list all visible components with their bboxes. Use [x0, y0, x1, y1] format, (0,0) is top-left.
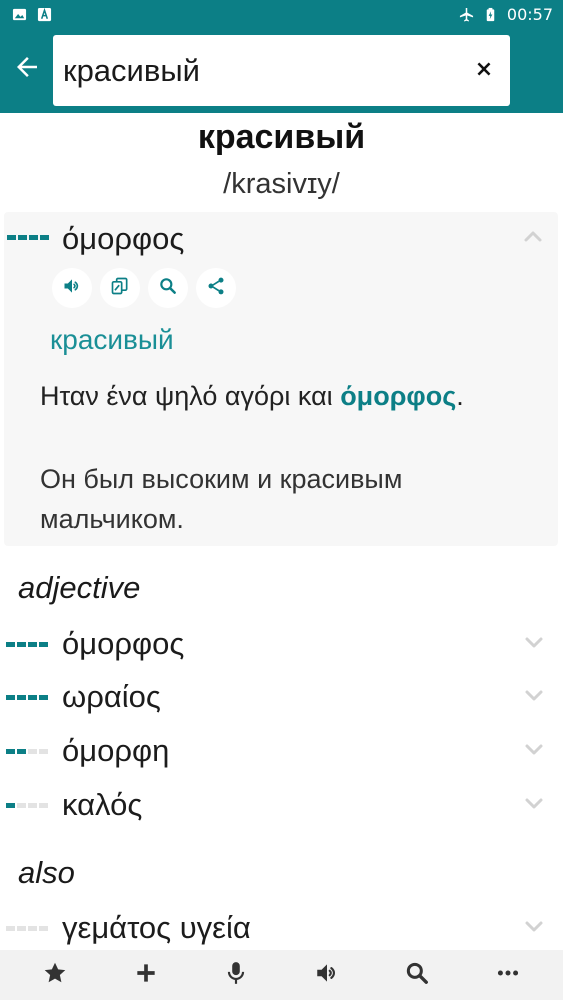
back-translation[interactable]: красивый — [50, 324, 174, 356]
expand-button[interactable] — [521, 792, 547, 818]
chevron-down-icon — [522, 737, 546, 766]
translation-word[interactable]: όμορφος — [62, 626, 184, 662]
status-time: 00:57 — [506, 4, 553, 24]
star-icon — [42, 960, 68, 991]
collapse-button[interactable] — [520, 226, 546, 252]
speak-button[interactable] — [302, 953, 352, 997]
example-text: Ηταν ένα ψηλό αγόρι και — [40, 381, 341, 411]
translation-word[interactable]: ωραίος — [62, 679, 161, 715]
search-box: × — [53, 35, 510, 106]
bottom-navigation — [0, 950, 563, 1000]
action-row — [52, 268, 236, 308]
back-button[interactable] — [10, 52, 44, 86]
frequency-bar — [6, 749, 48, 754]
part-of-speech-label: also — [18, 855, 75, 890]
example-punct: . — [456, 381, 464, 411]
status-bar: 00:57 — [0, 0, 563, 28]
expand-button[interactable] — [521, 684, 547, 710]
battery-charging-icon — [483, 7, 498, 22]
translation-word[interactable]: καλός — [62, 787, 142, 823]
a-box-icon — [37, 7, 52, 22]
chevron-up-icon — [521, 225, 545, 254]
example-translation: Он был высоким и красивым мальчиком. — [40, 464, 403, 534]
microphone-icon — [223, 960, 249, 991]
more-icon — [495, 960, 521, 991]
expand-button[interactable] — [521, 915, 547, 941]
status-left-icons — [12, 7, 52, 22]
search-icon — [158, 276, 178, 301]
translation-row[interactable]: ωραίος — [0, 672, 563, 724]
example-sentence: Ηταν ένα ψηλό αγόρι και όμορφος. — [40, 376, 540, 416]
expanded-translation-card[interactable]: όμορφος красивый Ηταν ένα ψηλό αγόρι και… — [4, 212, 558, 546]
app-bar: × — [0, 28, 563, 113]
part-of-speech-label: adjective — [18, 570, 141, 605]
airplane-icon — [459, 7, 474, 22]
translation-word[interactable]: όμορφος — [62, 221, 184, 257]
expand-button[interactable] — [521, 738, 547, 764]
translation-row[interactable]: όμορφη — [0, 726, 563, 778]
pronounce-button[interactable] — [52, 268, 92, 308]
add-button[interactable] — [121, 953, 171, 997]
frequency-bar — [6, 926, 48, 931]
chevron-down-icon — [522, 791, 546, 820]
transcription: /krasivɪy/ — [223, 168, 340, 200]
copy-button[interactable] — [100, 268, 140, 308]
arrow-left-icon — [12, 52, 42, 87]
translation-row[interactable]: καλός — [0, 780, 563, 832]
clear-search-button[interactable]: × — [472, 57, 496, 82]
search-button[interactable] — [392, 953, 442, 997]
translation-word[interactable]: όμορφη — [62, 733, 169, 769]
favorites-button[interactable] — [30, 953, 80, 997]
status-right: 00:57 — [459, 5, 553, 24]
image-icon — [12, 7, 27, 22]
chevron-down-icon — [522, 630, 546, 659]
search-input[interactable] — [63, 52, 463, 89]
frequency-bar — [6, 642, 48, 647]
speaker-icon — [314, 960, 340, 991]
frequency-bar — [6, 695, 48, 700]
frequency-bar — [7, 235, 49, 240]
chevron-down-icon — [522, 914, 546, 943]
headword: красивый — [197, 118, 366, 156]
example-highlight: όμορφος — [340, 381, 457, 411]
translation-row[interactable]: όμορφος — [0, 619, 563, 671]
expand-button[interactable] — [521, 631, 547, 657]
frequency-bar — [6, 803, 48, 808]
voice-input-button[interactable] — [211, 953, 261, 997]
chevron-down-icon — [522, 683, 546, 712]
plus-icon — [133, 960, 159, 991]
more-button[interactable] — [483, 953, 533, 997]
translation-word[interactable]: γεμάτος υγεία — [62, 910, 251, 946]
speaker-icon — [62, 276, 82, 301]
search-word-button[interactable] — [148, 268, 188, 308]
translation-row[interactable]: γεμάτος υγεία — [0, 903, 563, 955]
search-icon — [404, 960, 430, 991]
share-icon — [206, 276, 226, 301]
copy-icon — [110, 276, 130, 301]
share-button[interactable] — [196, 268, 236, 308]
